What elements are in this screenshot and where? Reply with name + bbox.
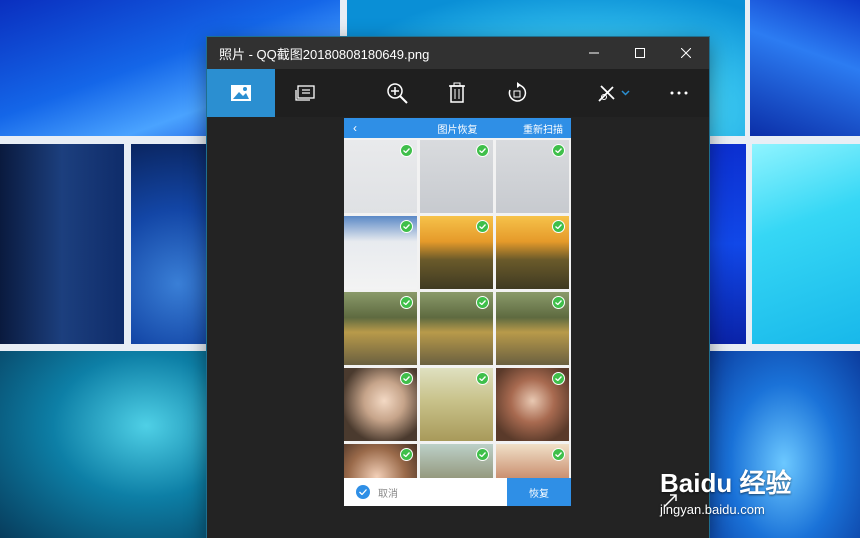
phone-screenshot: ‹ 图片恢复 重新扫描 取消 恢复 <box>344 118 571 506</box>
photo-thumbnail <box>420 368 493 441</box>
baidu-logo: Baidu 经验 <box>660 468 792 498</box>
check-icon <box>552 144 565 157</box>
close-icon <box>681 48 691 58</box>
wallpaper-tile <box>708 144 746 344</box>
phone-rescan-label: 重新扫描 <box>523 124 563 136</box>
wallpaper-tile <box>0 144 124 344</box>
check-icon <box>476 220 489 233</box>
baidu-watermark: Baidu 经验 jingyan.baidu.com <box>660 463 791 517</box>
photo-thumbnail <box>344 140 417 213</box>
check-icon <box>400 448 413 461</box>
maximize-icon <box>635 48 645 58</box>
title-bar[interactable]: 照片 - QQ截图20180808180649.png <box>207 37 709 69</box>
wallpaper-tile <box>0 351 209 538</box>
wallpaper-tile <box>752 144 860 344</box>
photo-thumbnail <box>420 216 493 289</box>
photo-canvas: ‹ 图片恢复 重新扫描 取消 恢复 <box>207 117 709 538</box>
phone-cancel: 取消 <box>344 478 507 506</box>
zoom-in-icon <box>387 83 408 104</box>
check-icon <box>552 220 565 233</box>
phone-header: ‹ 图片恢复 重新扫描 <box>344 118 571 138</box>
photo-thumbnail <box>496 292 569 365</box>
rotate-button[interactable] <box>487 69 547 117</box>
check-icon <box>400 144 413 157</box>
phone-back-button: ‹ <box>353 121 357 135</box>
check-icon <box>476 372 489 385</box>
check-icon <box>400 296 413 309</box>
rotate-icon <box>508 82 527 102</box>
more-button[interactable] <box>649 69 709 117</box>
check-icon <box>552 448 565 461</box>
photo-thumbnail <box>344 216 417 289</box>
photo-thumbnail <box>344 368 417 441</box>
edit-create-icon <box>598 85 630 102</box>
delete-button[interactable] <box>427 69 487 117</box>
check-icon <box>552 372 565 385</box>
photo-thumbnail <box>496 140 569 213</box>
zoom-in-button[interactable] <box>367 69 427 117</box>
wallpaper-tile <box>131 144 209 344</box>
window-title: 照片 - QQ截图20180808180649.png <box>219 46 430 62</box>
phone-footer: 取消 恢复 <box>344 478 571 506</box>
expand-icon[interactable] <box>662 493 678 514</box>
photo-icon <box>231 85 251 101</box>
check-icon <box>476 448 489 461</box>
view-photo-button[interactable] <box>207 69 275 117</box>
photo-thumbnail <box>344 292 417 365</box>
check-icon <box>400 372 413 385</box>
close-button[interactable] <box>663 37 709 69</box>
check-icon <box>552 296 565 309</box>
minimize-button[interactable] <box>571 37 617 69</box>
photo-thumbnail <box>496 368 569 441</box>
check-icon <box>476 296 489 309</box>
toolbar <box>207 69 709 117</box>
photo-thumbnail <box>420 140 493 213</box>
photo-grid <box>344 140 571 506</box>
baidu-url: jingyan.baidu.com <box>660 502 765 517</box>
photo-thumbnail <box>420 292 493 365</box>
edit-create-button[interactable] <box>579 69 649 117</box>
photo-thumbnail <box>496 216 569 289</box>
delete-icon <box>449 82 465 103</box>
slideshow-button[interactable] <box>275 69 335 117</box>
photos-window: 照片 - QQ截图20180808180649.png ‹ 图片恢复 重新扫描 … <box>207 37 709 538</box>
check-icon <box>400 220 413 233</box>
more-icon <box>670 91 688 95</box>
maximize-button[interactable] <box>617 37 663 69</box>
phone-restore-button: 恢复 <box>507 478 571 506</box>
slideshow-icon <box>295 85 315 101</box>
phone-cancel-label: 取消 <box>378 488 398 500</box>
minimize-icon <box>589 52 599 54</box>
check-icon <box>356 485 370 499</box>
wallpaper-tile <box>750 0 860 136</box>
check-icon <box>476 144 489 157</box>
